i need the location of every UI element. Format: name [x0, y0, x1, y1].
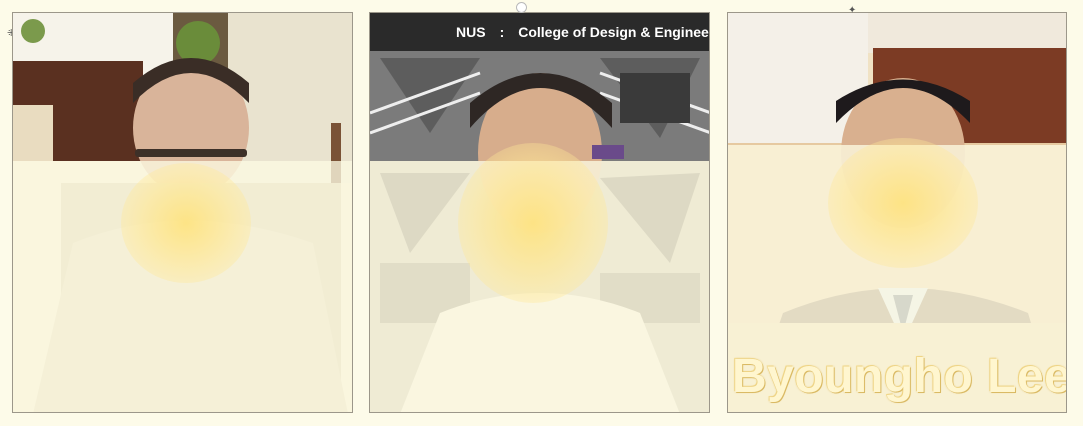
banner-org: NUS: [456, 24, 486, 40]
face-blur: [458, 143, 608, 303]
status-dot-icon: [516, 2, 527, 13]
pin-icon[interactable]: ✦: [848, 5, 856, 16]
participant-video-tile-3[interactable]: Byoungho Lee: [727, 12, 1067, 413]
meeting-banner: NUS: College of Design & Engineeri: [370, 13, 709, 51]
video-call-gallery: ⁜: [0, 0, 1083, 426]
face-blur: [121, 163, 251, 283]
participant-name-label: Byoungho Lee: [732, 350, 1067, 403]
banner-separator: :: [499, 24, 505, 40]
participant-video-tile-2[interactable]: NUS: College of Design & Engineeri: [369, 12, 710, 413]
banner-text: College of Design & Engineeri: [518, 24, 709, 40]
face-blur: [828, 138, 978, 268]
participant-video-tile-1[interactable]: [12, 12, 353, 413]
